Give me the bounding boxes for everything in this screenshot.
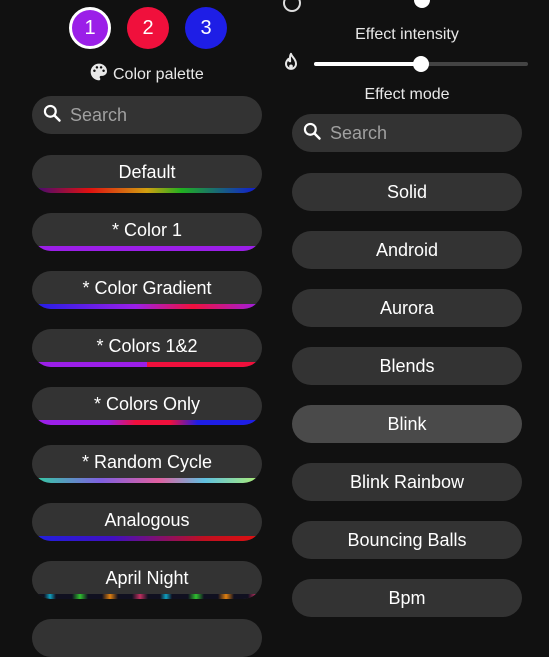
palette-item-label: Analogous	[104, 509, 190, 530]
palette-icon	[89, 62, 109, 87]
effect-item[interactable]: Solid	[292, 173, 522, 211]
effect-search[interactable]	[292, 114, 522, 152]
palette-item[interactable]: * Random Cycle	[32, 445, 262, 483]
effect-intensity-fill	[314, 62, 421, 66]
palette-preview-bar	[32, 246, 262, 251]
effect-item[interactable]: Blink Rainbow	[292, 463, 522, 501]
palette-item[interactable]: April Night	[32, 561, 262, 599]
effect-item[interactable]: Blink	[292, 405, 522, 443]
palette-item[interactable]: * Colors 1&2	[32, 329, 262, 367]
palette-item[interactable]	[32, 619, 262, 657]
palette-item-label: * Color 1	[111, 219, 183, 240]
effect-search-input[interactable]	[322, 121, 522, 145]
palette-preview-bar	[32, 536, 262, 541]
palette-item[interactable]: * Color 1	[32, 213, 262, 251]
palette-item-label: * Random Cycle	[81, 451, 213, 472]
palette-item-label: * Color Gradient	[82, 277, 212, 298]
palette-item[interactable]: * Color Gradient	[32, 271, 262, 309]
speed-slider-thumb[interactable]	[414, 0, 430, 8]
color-slot-2-button[interactable]: 2	[127, 7, 169, 49]
palette-preview-bar	[32, 362, 262, 367]
palette-item-label: April Night	[105, 567, 189, 588]
palette-heading: Color palette	[89, 62, 204, 87]
effect-intensity-label: Effect intensity	[355, 26, 459, 43]
palette-item-label: * Colors 1&2	[96, 335, 198, 356]
effect-item[interactable]: Aurora	[292, 289, 522, 327]
palette-search[interactable]	[32, 96, 262, 134]
palette-preview-bar	[32, 188, 262, 193]
effect-item[interactable]: Blends	[292, 347, 522, 385]
palette-preview-bar	[32, 420, 262, 425]
palette-preview-bar	[32, 594, 262, 599]
effect-intensity-slider[interactable]	[314, 56, 528, 72]
palette-item[interactable]: * Colors Only	[32, 387, 262, 425]
search-icon	[42, 103, 62, 128]
effect-mode-label: Effect mode	[364, 86, 450, 103]
palette-title: Color palette	[113, 65, 204, 83]
palette-item-label: Default	[118, 161, 176, 182]
effect-item[interactable]: Android	[292, 231, 522, 269]
palette-preview-bar	[32, 478, 262, 483]
effect-intensity-thumb[interactable]	[413, 56, 429, 72]
palette-item[interactable]: Analogous	[32, 503, 262, 541]
color-slot-3-button[interactable]: 3	[185, 7, 227, 49]
search-icon	[302, 121, 322, 146]
flame-icon	[281, 52, 301, 79]
palette-preview-bar	[32, 304, 262, 309]
palette-search-input[interactable]	[62, 103, 262, 127]
effect-item[interactable]: Bpm	[292, 579, 522, 617]
color-slot-1-button[interactable]: 1	[69, 7, 111, 49]
palette-item-label: * Colors Only	[93, 393, 201, 414]
palette-item[interactable]: Default	[32, 155, 262, 193]
speed-icon	[283, 0, 301, 12]
effect-item[interactable]: Bouncing Balls	[292, 521, 522, 559]
